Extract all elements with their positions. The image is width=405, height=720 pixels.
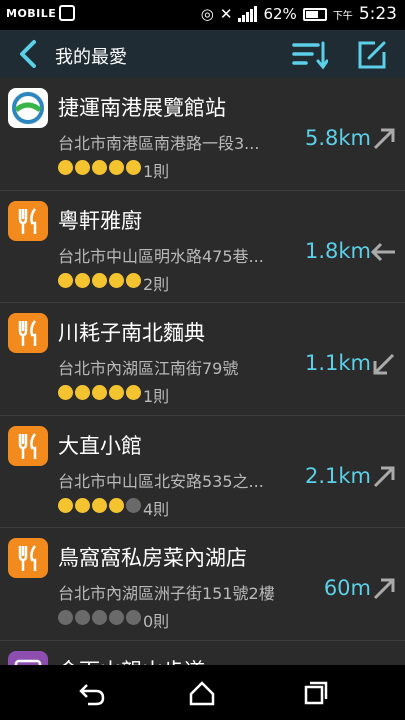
place-name: 大直小館 (58, 433, 142, 458)
facebook-icon (59, 5, 76, 21)
review-count: 0則 (143, 612, 170, 631)
place-address: 台北市內湖區江南街79號 (58, 359, 239, 378)
place-name: 川耗子南北麵典 (58, 321, 205, 345)
rating-star-icon (92, 160, 107, 175)
direction-arrow-icon (371, 242, 395, 261)
fork-knife-icon (8, 313, 48, 353)
list-item[interactable]: 大直小館 台北市中山區北安路535之... 4則 2.1km (0, 415, 405, 528)
review-count: 1則 (143, 162, 170, 181)
list-item[interactable]: 金面山親山步道 (0, 640, 405, 666)
rating-star-icon (109, 610, 124, 625)
system-nav-bar (0, 665, 405, 720)
signal-icon (238, 6, 258, 22)
list-item[interactable]: 鳥窩窩私房菜內湖店 台北市內湖區洲子街151號2樓 0則 60m (0, 528, 405, 641)
rating-stars (58, 610, 141, 625)
rating-star-icon (109, 160, 124, 175)
back-nav-icon[interactable] (78, 679, 106, 707)
direction-arrow-icon (373, 128, 395, 150)
place-name: 金面山親山步道 (58, 655, 205, 666)
rating-star-icon (92, 610, 107, 625)
nfc-icon: ◎ (200, 5, 214, 23)
distance: 60m (323, 576, 371, 600)
favorites-list[interactable]: 捷運南港展覽館站 台北市南港區南港路一段3... 1則 5.8km 粵軒雅廚 台… (0, 78, 405, 665)
status-ampm: 下午 (332, 10, 353, 22)
back-arrow-icon[interactable] (14, 38, 46, 70)
rating-star-icon (126, 272, 141, 288)
review-count: 2則 (143, 274, 170, 294)
direction-arrow-icon (373, 578, 395, 600)
distance: 2.1km (304, 463, 371, 488)
rating-stars (58, 160, 141, 175)
place-name: 粵軒雅廚 (58, 208, 142, 233)
rating-star-icon (92, 385, 107, 400)
place-address: 台北市中山區明水路475巷... (58, 246, 264, 266)
home-nav-icon[interactable] (188, 679, 216, 707)
rating-star-icon (58, 385, 73, 400)
rating-star-icon (75, 385, 90, 400)
direction-arrow-icon (373, 353, 395, 375)
status-logo: MOBILE (6, 6, 57, 20)
list-item[interactable]: 川耗子南北麵典 台北市內湖區江南街79號 1則 1.1km (0, 303, 405, 416)
edit-icon[interactable] (357, 40, 387, 70)
rating-star-icon (75, 160, 90, 175)
app-header: 我的最愛 (0, 30, 405, 78)
rating-star-icon (58, 610, 73, 625)
rating-star-icon (58, 160, 73, 175)
rating-star-icon (126, 610, 141, 625)
place-name: 捷運南港展覽館站 (58, 96, 226, 120)
rating-star-icon (126, 385, 141, 400)
fork-knife-icon (8, 538, 48, 578)
review-count: 4則 (143, 499, 170, 519)
direction-arrow-icon (373, 466, 395, 487)
rating-star-icon (109, 272, 124, 288)
fork-knife-icon (8, 425, 48, 466)
rating-stars (58, 385, 141, 400)
rating-star-icon (92, 272, 107, 288)
rating-star-icon (58, 272, 73, 288)
place-address: 台北市中山區北安路535之... (58, 471, 264, 491)
list-item[interactable]: 粵軒雅廚 台北市中山區明水路475巷... 2則 1.8km (0, 190, 405, 303)
place-address: 台北市內湖區洲子街151號2樓 (58, 584, 275, 603)
rating-star-icon (126, 497, 141, 513)
sort-list-icon[interactable] (292, 40, 328, 70)
rating-stars (58, 272, 141, 288)
rating-star-icon (109, 497, 124, 513)
status-time: 5:23 (358, 4, 397, 24)
distance: 1.1km (304, 351, 371, 375)
place-address: 台北市南港區南港路一段3... (58, 134, 260, 153)
rating-stars (58, 497, 141, 513)
rating-star-icon (75, 610, 90, 625)
recents-nav-icon[interactable] (302, 679, 330, 707)
place-name: 鳥窩窩私房菜內湖店 (58, 546, 247, 570)
distance: 1.8km (304, 238, 371, 263)
mrt-icon (8, 88, 48, 128)
mute-icon: ✕ (219, 5, 233, 23)
rating-star-icon (109, 385, 124, 400)
park-icon (8, 650, 48, 665)
page-title: 我的最愛 (55, 47, 127, 68)
status-bar: MOBILE ◎ ✕ 62% 下午 5:23 (0, 0, 405, 30)
rating-star-icon (92, 497, 107, 513)
rating-star-icon (58, 497, 73, 513)
distance: 5.8km (304, 126, 371, 150)
rating-star-icon (75, 497, 90, 513)
list-item[interactable]: 捷運南港展覽館站 台北市南港區南港路一段3... 1則 5.8km (0, 78, 405, 191)
battery-percent: 62% (263, 5, 297, 23)
rating-star-icon (126, 160, 141, 175)
fork-knife-icon (8, 200, 48, 241)
battery-icon (302, 7, 327, 21)
rating-star-icon (75, 272, 90, 288)
review-count: 1則 (143, 387, 170, 406)
